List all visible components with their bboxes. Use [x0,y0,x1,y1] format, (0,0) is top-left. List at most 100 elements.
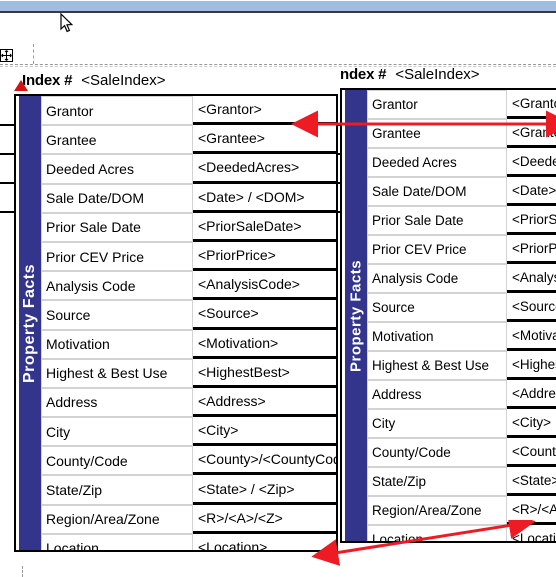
table-row[interactable]: Motivation<Motivati [367,322,556,351]
row-value-field[interactable]: <AnalysisCode> [193,271,336,301]
row-label[interactable]: Source [41,300,193,330]
table-row[interactable]: Sale Date/DOM<Date> / [367,177,556,206]
row-value-field[interactable]: <PriorSa [507,206,556,235]
row-value-field[interactable]: <Date> / <DOM> [193,183,336,213]
table-row[interactable]: Prior Sale Date<PriorSa [367,206,556,235]
row-value-field[interactable]: <PriorSaleDate> [193,212,336,242]
row-label[interactable]: Motivation [41,329,193,359]
row-value-field[interactable]: <DeededAcres> [193,154,336,184]
table-row[interactable]: Analysis Code <AnalysisCode> [41,271,336,301]
table-row[interactable]: Prior CEV Price<PriorPri [367,235,556,264]
table-row[interactable]: Sale Date/DOM <Date> / <DOM> [41,183,336,213]
row-value-field[interactable]: <Analysis [507,264,556,293]
table-row[interactable]: Grantor<Grantor> [367,90,556,119]
table-row[interactable]: Location<Location [367,525,556,541]
row-label[interactable]: Sale Date/DOM [367,177,507,206]
row-label[interactable]: City [41,417,193,447]
row-value-field[interactable]: <State>/< [507,467,556,496]
row-value-field[interactable]: <Date> / [507,177,556,206]
table-row[interactable]: State/Zip <State> / <Zip> [41,475,336,505]
table-row[interactable]: Highest & Best Use<Highest [367,351,556,380]
table-row[interactable]: Prior Sale Date <PriorSaleDate> [41,212,336,242]
row-value-field[interactable]: <County> [507,438,556,467]
table-row[interactable]: Prior CEV Price <PriorPrice> [41,241,336,272]
move-handle-icon[interactable] [0,49,13,62]
row-value-field[interactable]: <PriorPrice> [193,241,336,272]
row-label[interactable]: Location [41,533,193,550]
row-value-field[interactable]: <Address [507,380,556,409]
row-label[interactable]: Address [41,387,193,418]
row-label[interactable]: Prior Sale Date [41,212,193,242]
row-value-field[interactable]: <Grantor> [507,90,556,119]
table-row[interactable]: Address<Address [367,380,556,409]
form-block-left[interactable]: Index # <SaleIndex> Property Facts Granto… [14,72,338,552]
table-row[interactable]: State/Zip<State>/< [367,467,556,496]
row-value-field[interactable]: <Grantor> [193,96,336,126]
table-row[interactable]: Grantee<Grantee> [41,125,336,155]
row-value-field[interactable]: <HighestBest> [193,358,336,388]
table-row[interactable]: Source<Source> [41,300,336,330]
table-row[interactable]: City <City> [41,417,336,447]
row-label[interactable]: Highest & Best Use [367,351,507,380]
row-label[interactable]: County/Code [41,446,193,476]
table-row[interactable]: Deeded Acres<Deeded [367,148,556,177]
row-label[interactable]: Region/Area/Zone [367,496,507,525]
table-row[interactable]: Grantor<Grantor> [41,96,336,126]
row-value-field[interactable]: <PriorPri [507,235,556,264]
row-label[interactable]: Address [367,380,507,409]
form-block-right[interactable]: ndex # <SaleIndex> Property Facts Grantor… [340,66,556,543]
row-value-field[interactable]: <City> [507,409,556,438]
row-label[interactable]: Analysis Code [41,271,193,301]
table-row[interactable]: Location <Location> [41,533,336,550]
row-value-field[interactable]: <County>/<CountyCode> [193,446,336,476]
row-label[interactable]: Deeded Acres [41,154,193,184]
row-label[interactable]: Prior CEV Price [367,235,507,264]
table-row[interactable]: Region/Area/Zone<R>/<A> [367,496,556,525]
row-value-field[interactable]: <City> [193,417,336,447]
row-value-field[interactable]: <R>/<A>/<Z> [193,504,336,534]
table-row[interactable]: County/Code<County> [367,438,556,467]
row-label[interactable]: Deeded Acres [367,148,507,177]
row-value-field[interactable]: <State> / <Zip> [193,475,336,505]
row-label[interactable]: Prior Sale Date [367,206,507,235]
row-value-field[interactable]: <Location [507,525,556,541]
table-row[interactable]: Address <Address> [41,387,336,418]
row-label[interactable]: Sale Date/DOM [41,183,193,213]
toolbar-area [0,13,556,51]
table-row[interactable]: County/Code<County>/<CountyCode> [41,446,336,476]
table-row[interactable]: City <City> [367,409,556,438]
row-value-field[interactable]: <Highest [507,351,556,380]
table-row[interactable]: Grantee<Grantee> [367,119,556,148]
row-value-field[interactable]: <Grantee> [193,125,336,155]
table-row[interactable]: Deeded Acres <DeededAcres> [41,154,336,184]
table-row[interactable]: Motivation <Motivation> [41,329,336,359]
row-label[interactable]: City [367,409,507,438]
table-row[interactable]: Analysis Code<Analysis [367,264,556,293]
row-value-field[interactable]: <R>/<A> [507,496,556,525]
row-label[interactable]: Grantee [41,125,193,155]
row-label[interactable]: Grantee [367,119,507,148]
table-row[interactable]: Source<Source> [367,293,556,322]
row-label[interactable]: Analysis Code [367,264,507,293]
row-value-field[interactable]: <Grantee> [507,119,556,148]
row-label[interactable]: Highest & Best Use [41,358,193,388]
row-label[interactable]: Grantor [367,90,507,119]
row-label[interactable]: County/Code [367,438,507,467]
row-value-field[interactable]: <Address> [193,387,336,418]
row-label[interactable]: Grantor [41,96,193,126]
row-value-field[interactable]: <Source> [193,300,336,330]
row-label[interactable]: Source [367,293,507,322]
row-value-field[interactable]: <Motivati [507,322,556,351]
row-label[interactable]: Prior CEV Price [41,241,193,272]
table-row[interactable]: Highest & Best Use <HighestBest> [41,358,336,388]
row-value-field[interactable]: <Deeded [507,148,556,177]
row-label[interactable]: State/Zip [41,475,193,505]
row-label[interactable]: Region/Area/Zone [41,504,193,534]
row-label[interactable]: State/Zip [367,467,507,496]
row-value-field[interactable]: <Motivation> [193,329,336,359]
row-label[interactable]: Motivation [367,322,507,351]
row-value-field[interactable]: <Location> [193,533,336,550]
table-row[interactable]: Region/Area/Zone <R>/<A>/<Z> [41,504,336,534]
row-label[interactable]: Location [367,525,507,541]
row-value-field[interactable]: <Source> [507,293,556,322]
